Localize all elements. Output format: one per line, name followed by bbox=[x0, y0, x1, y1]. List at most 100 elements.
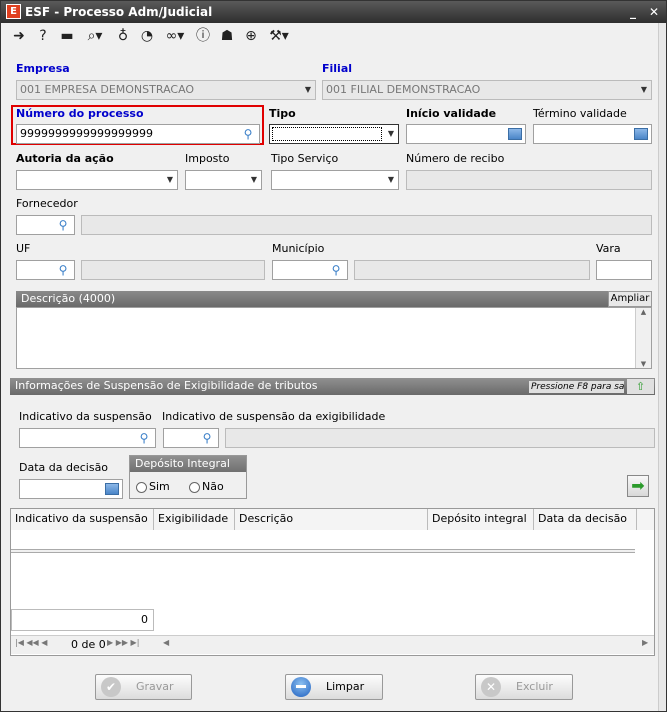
chevron-down-icon: ▼ bbox=[250, 175, 258, 184]
add-arrow-button[interactable]: ➡ bbox=[627, 475, 649, 497]
toolbar: ➜ ? ▬ ⌕▾ ♁ ◔ ∞▾ ⓘ ☗ ⊕ ⚒▾ bbox=[5, 23, 658, 49]
sim-label: Sim bbox=[149, 480, 170, 493]
gravar-button[interactable]: ✔ Gravar bbox=[95, 674, 192, 700]
check-icon: ✔ bbox=[101, 677, 121, 697]
municipio-input[interactable]: ⚲ bbox=[272, 260, 348, 280]
numero-processo-input[interactable]: 9999999999999999999 ⚲ bbox=[16, 124, 260, 144]
empresa-value: 001 EMPRESA DEMONSTRACAO bbox=[20, 83, 195, 96]
close-button[interactable]: ✕ bbox=[646, 4, 662, 20]
f8-hint: Pressione F8 para sair bbox=[529, 381, 624, 393]
uf-name-field bbox=[81, 260, 265, 280]
numero-processo-value: 9999999999999999999 bbox=[20, 127, 153, 140]
descricao-textarea[interactable] bbox=[16, 307, 652, 369]
search-icon[interactable]: ⚲ bbox=[55, 217, 71, 233]
link-icon[interactable]: ∞▾ bbox=[161, 26, 189, 46]
esf-logo-icon: E bbox=[6, 4, 21, 19]
tools-icon[interactable]: ⚒▾ bbox=[265, 26, 293, 46]
termino-validade-input[interactable] bbox=[533, 124, 652, 144]
grid-pager: |◀ ◀◀ ◀ 0 de 0 ▶ ▶▶ ▶| ◀ ▶ bbox=[11, 635, 654, 654]
info-icon[interactable]: ⓘ bbox=[193, 26, 213, 46]
imposto-select[interactable]: ▼ bbox=[185, 170, 262, 190]
excluir-button[interactable]: ✕ Excluir bbox=[475, 674, 573, 700]
nao-radio[interactable] bbox=[189, 482, 200, 493]
search-icon[interactable]: ⚲ bbox=[328, 262, 344, 278]
minimize-button[interactable]: _ bbox=[625, 4, 641, 20]
imposto-label: Imposto bbox=[185, 152, 230, 165]
chevron-down-icon: ▼ bbox=[304, 85, 312, 94]
vara-label: Vara bbox=[596, 242, 621, 255]
grid-col-indicativo[interactable]: Indicativo da suspensão bbox=[11, 509, 154, 530]
calendar-icon[interactable] bbox=[105, 483, 119, 495]
lightbulb-icon[interactable]: ♁ bbox=[113, 26, 133, 46]
search-icon[interactable]: ⚲ bbox=[136, 430, 152, 446]
tipo-servico-label: Tipo Serviço bbox=[271, 152, 339, 165]
filial-label: Filial bbox=[322, 62, 353, 75]
exit-icon[interactable]: ➜ bbox=[9, 26, 29, 46]
uf-input[interactable]: ⚲ bbox=[16, 260, 75, 280]
fornecedor-input[interactable]: ⚲ bbox=[16, 215, 75, 235]
last-page-icon[interactable]: ▶ ▶▶ ▶| bbox=[107, 638, 139, 647]
descricao-header: Descrição (4000) bbox=[16, 291, 652, 307]
chat-icon[interactable]: ▬ bbox=[57, 26, 77, 46]
search-icon[interactable]: ⚲ bbox=[55, 262, 71, 278]
ampliar-button[interactable]: Ampliar bbox=[608, 291, 652, 307]
chevron-down-icon: ▼ bbox=[166, 175, 174, 184]
first-page-icon[interactable]: |◀ ◀◀ ◀ bbox=[15, 638, 47, 647]
tag-icon[interactable]: ◔ bbox=[137, 26, 157, 46]
scroll-left-icon[interactable]: ◀ bbox=[163, 638, 169, 647]
minus-icon bbox=[291, 677, 311, 697]
vara-input[interactable] bbox=[596, 260, 652, 280]
indicativo-input[interactable]: ⚲ bbox=[19, 428, 156, 448]
tipo-servico-select[interactable]: ▼ bbox=[271, 170, 399, 190]
scroll-up-icon[interactable]: ▲ bbox=[636, 308, 651, 316]
grid-col-deposito[interactable]: Depósito integral bbox=[428, 509, 534, 530]
calendar-icon[interactable] bbox=[634, 128, 648, 140]
window-scrollbar[interactable] bbox=[658, 23, 666, 711]
deposito-group: Depósito Integral Sim Não bbox=[129, 455, 247, 499]
grid-col-exigibilidade[interactable]: Exigibilidade bbox=[154, 509, 235, 530]
indicativo-exig-label: Indicativo de suspensão da exigibilidade bbox=[162, 410, 386, 423]
indicativo-exig-name-field bbox=[225, 428, 655, 448]
limpar-button[interactable]: Limpar bbox=[285, 674, 383, 700]
collapse-arrow-icon[interactable]: ⇧ bbox=[627, 379, 654, 394]
data-decisao-label: Data da decisão bbox=[19, 461, 109, 474]
numero-recibo-label: Número de recibo bbox=[406, 152, 505, 165]
descricao-label: Descrição (4000) bbox=[21, 292, 116, 305]
tipo-select[interactable]: ▼ bbox=[269, 124, 399, 144]
pager-text: 0 de 0 bbox=[71, 638, 106, 651]
descricao-scrollbar[interactable]: ▲ ▼ bbox=[635, 308, 651, 368]
calendar-icon[interactable] bbox=[508, 128, 522, 140]
scroll-down-icon[interactable]: ▼ bbox=[636, 360, 651, 368]
indicativo-exig-input[interactable]: ⚲ bbox=[163, 428, 219, 448]
scroll-right-icon[interactable]: ▶ bbox=[642, 638, 648, 647]
uf-label: UF bbox=[16, 242, 31, 255]
sim-radio[interactable] bbox=[136, 482, 147, 493]
search-icon[interactable]: ⌕▾ bbox=[81, 26, 109, 46]
data-decisao-input[interactable] bbox=[19, 479, 123, 499]
chevron-down-icon: ▼ bbox=[640, 85, 648, 94]
search-icon[interactable]: ⚲ bbox=[199, 430, 215, 446]
autoria-label: Autoria da ação bbox=[16, 152, 114, 165]
inicio-validade-input[interactable] bbox=[406, 124, 526, 144]
excluir-label: Excluir bbox=[516, 680, 553, 693]
filial-select[interactable]: 001 FILIAL DEMONSTRACAO ▼ bbox=[322, 80, 652, 100]
inicio-validade-label: Início validade bbox=[406, 107, 497, 120]
main-window: E ESF - Processo Adm/Judicial _ ✕ ➜ ? ▬ … bbox=[0, 0, 667, 712]
nao-label: Não bbox=[202, 480, 224, 493]
grid-header-filler bbox=[637, 509, 654, 530]
grid-hscrollbar[interactable] bbox=[11, 549, 635, 553]
grid-col-data[interactable]: Data da decisão bbox=[534, 509, 637, 530]
chevron-down-icon: ▼ bbox=[387, 175, 395, 184]
search-icon[interactable]: ⚲ bbox=[240, 126, 256, 142]
grid-col-descricao[interactable]: Descrição bbox=[235, 509, 428, 530]
municipio-label: Município bbox=[272, 242, 325, 255]
user-icon[interactable]: ☗ bbox=[217, 26, 237, 46]
empresa-select[interactable]: 001 EMPRESA DEMONSTRACAO ▼ bbox=[16, 80, 316, 100]
gravar-label: Gravar bbox=[136, 680, 174, 693]
autoria-select[interactable]: ▼ bbox=[16, 170, 178, 190]
numero-processo-label: Número do processo bbox=[16, 107, 144, 120]
suspensao-section-title: Informações de Suspensão de Exigibilidad… bbox=[15, 379, 318, 392]
add-document-icon[interactable]: ⊕ bbox=[241, 26, 261, 46]
indicativo-label: Indicativo da suspensão bbox=[19, 410, 152, 423]
help-icon[interactable]: ? bbox=[33, 26, 53, 46]
